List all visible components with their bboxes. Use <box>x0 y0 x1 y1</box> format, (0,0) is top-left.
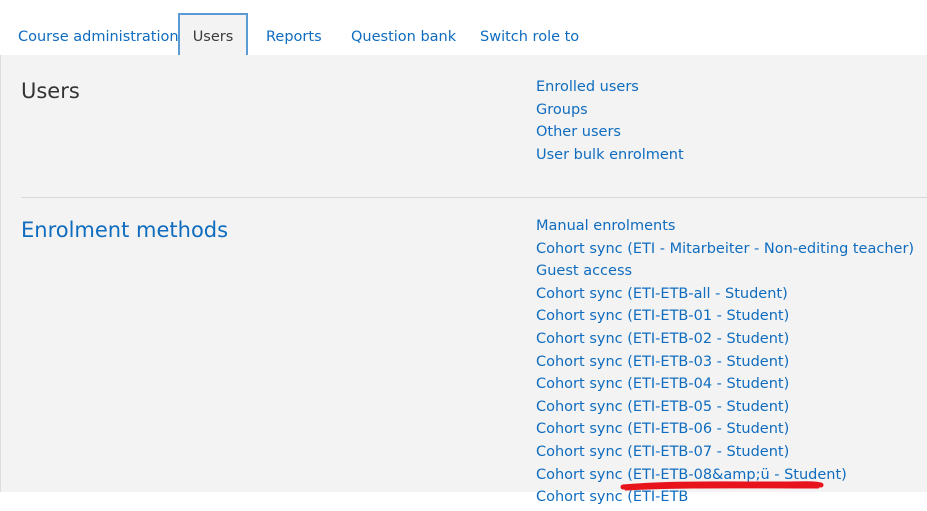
enrolment-methods-title[interactable]: Enrolment methods <box>21 217 228 243</box>
tab-question-bank[interactable]: Question bank <box>351 28 456 46</box>
tab-reports[interactable]: Reports <box>266 28 322 46</box>
tab-bar: Course administration Reports Question b… <box>0 0 927 55</box>
tab-users[interactable]: Users <box>178 13 248 55</box>
users-section-title: Users <box>21 79 80 103</box>
tab-course-administration[interactable]: Course administration <box>18 28 179 46</box>
tab-switch-role-to[interactable]: Switch role to <box>480 28 579 46</box>
groups-link[interactable]: Groups <box>536 101 684 124</box>
enrolment-method-link[interactable]: Manual enrolments <box>536 217 914 240</box>
enrolment-method-link[interactable]: Cohort sync (ETI-ETB-05 - Student) <box>536 398 914 421</box>
enrolment-method-link[interactable]: Cohort sync (ETI-ETB-04 - Student) <box>536 375 914 398</box>
enrolment-method-link[interactable]: Cohort sync (ETI-ETB-06 - Student) <box>536 420 914 443</box>
enrolled-users-link[interactable]: Enrolled users <box>536 78 684 101</box>
section-divider <box>21 197 927 198</box>
other-users-link[interactable]: Other users <box>536 123 684 146</box>
enrolment-method-link[interactable]: Cohort sync (ETI-ETB-03 - Student) <box>536 353 914 376</box>
enrolment-method-link[interactable]: Cohort sync (ETI-ETB-02 - Student) <box>536 330 914 353</box>
enrolment-method-link[interactable]: Guest access <box>536 262 914 285</box>
user-bulk-enrolment-link[interactable]: User bulk enrolment <box>536 146 684 169</box>
enrolment-method-link[interactable]: Cohort sync (ETI-ETB-01 - Student) <box>536 307 914 330</box>
red-underline-annotation <box>620 481 824 491</box>
enrolment-method-link[interactable]: Cohort sync (ETI-ETB-all - Student) <box>536 285 914 308</box>
enrolment-method-link[interactable]: Cohort sync (ETI-ETB-07 - Student) <box>536 443 914 466</box>
enrolment-method-link[interactable]: Cohort sync (ETI - Mitarbeiter - Non-edi… <box>536 240 914 263</box>
enrolment-methods-list: Manual enrolments Cohort sync (ETI - Mit… <box>536 217 914 511</box>
users-links-list: Enrolled users Groups Other users User b… <box>536 78 684 168</box>
